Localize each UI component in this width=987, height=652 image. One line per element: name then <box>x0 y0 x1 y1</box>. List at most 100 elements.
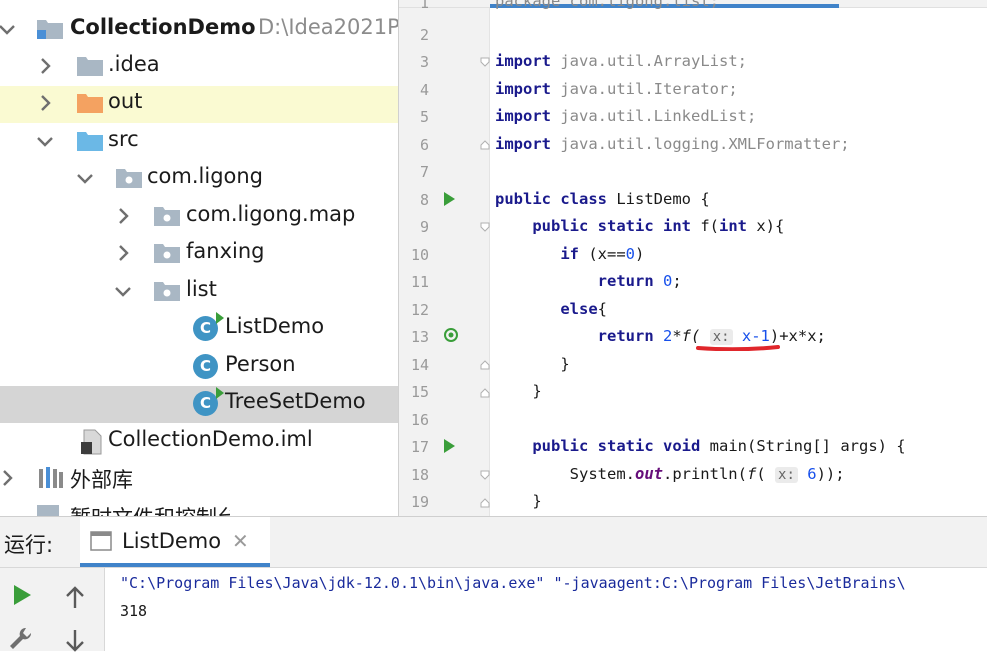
line-number: 6 <box>419 136 429 154</box>
tree-item-label: Person <box>225 352 296 376</box>
console-command-line: "C:\Program Files\Java\jdk-12.0.1\bin\ja… <box>120 574 906 592</box>
fold-icon[interactable] <box>480 388 490 398</box>
fold-icon[interactable] <box>480 498 490 508</box>
arrow-down-icon[interactable] <box>64 630 86 652</box>
tree-item-iml[interactable]: CollectionDemo.iml <box>0 424 398 461</box>
tree-item-listdemo[interactable]: C ListDemo <box>0 311 398 348</box>
run-main-icon[interactable] <box>444 439 455 453</box>
package-icon <box>154 282 180 301</box>
iml-file-icon <box>81 429 102 455</box>
tree-root-path: D:\Idea2021P <box>258 15 398 39</box>
code-line-13: return 2*f( x: x-1)+x*x; <box>597 327 826 345</box>
tree-item-out[interactable]: out <box>0 86 398 123</box>
line-number: 4 <box>419 81 429 99</box>
tree-item-com-ligong-map[interactable]: com.ligong.map <box>0 199 398 236</box>
code-line-14: } <box>560 355 570 373</box>
tree-item-fanxing[interactable]: fanxing <box>0 236 398 273</box>
chevron-down-icon[interactable] <box>0 18 18 40</box>
line-number: 2 <box>419 26 429 44</box>
runnable-marker-icon <box>216 387 224 399</box>
line-number: 5 <box>419 108 429 126</box>
close-icon[interactable]: ✕ <box>232 529 249 553</box>
line-number: 11 <box>410 273 429 291</box>
chevron-right-icon[interactable] <box>112 242 134 264</box>
fold-icon[interactable] <box>480 57 490 67</box>
line-number: 12 <box>410 301 429 319</box>
code-editor[interactable]: 1 2 3 4 5 6 7 8 9 10 11 12 13 14 15 16 1… <box>399 0 987 516</box>
line-number: 9 <box>419 218 429 236</box>
tree-item-label: com.ligong <box>147 164 264 188</box>
parameter-hint: x: <box>709 329 733 345</box>
line-number: 19 <box>410 493 429 511</box>
line-number: 3 <box>419 53 429 71</box>
tree-item-label: CollectionDemo.iml <box>108 427 313 451</box>
tree-item-idea[interactable]: .idea <box>0 49 398 86</box>
tree-item-src[interactable]: src <box>0 124 398 161</box>
line-number: 16 <box>410 411 429 429</box>
run-panel-label: 运行: <box>4 533 54 557</box>
code-line-6: import java.util.logging.XMLFormatter; <box>495 135 850 153</box>
tree-root-collectiondemo[interactable]: CollectionDemo D:\Idea2021P <box>0 12 398 49</box>
folder-icon <box>77 57 103 76</box>
parameter-hint: x: <box>775 467 798 483</box>
package-icon <box>154 244 180 263</box>
line-number: 15 <box>410 383 429 401</box>
code-line-9: public static int f(int x){ <box>532 217 785 235</box>
line-number: 14 <box>410 356 429 374</box>
fold-icon[interactable] <box>480 470 490 480</box>
tree-item-list[interactable]: list <box>0 274 398 311</box>
tree-item-label: 外部库 <box>70 468 133 492</box>
code-line-1: package com.ligong.list; <box>495 0 719 10</box>
chevron-right-icon[interactable] <box>112 205 134 227</box>
module-folder-icon <box>37 20 63 39</box>
package-icon <box>116 169 142 188</box>
tree-item-treesetdemo[interactable]: C TreeSetDemo <box>0 386 398 423</box>
fold-icon[interactable] <box>480 140 490 150</box>
chevron-right-icon[interactable] <box>0 467 18 489</box>
chevron-right-icon[interactable] <box>34 55 56 77</box>
chevron-right-icon[interactable] <box>34 92 56 114</box>
scratches-icon <box>37 505 59 516</box>
code-line-18: System.out.println(f( x: 6)); <box>569 465 845 483</box>
code-line-11: return 0; <box>597 272 682 290</box>
fold-icon[interactable] <box>480 360 490 370</box>
line-number: 10 <box>410 246 429 264</box>
runnable-marker-icon <box>216 312 224 324</box>
red-underline-annotation <box>696 345 780 351</box>
code-line-19: } <box>532 492 542 510</box>
tree-item-label: src <box>108 127 139 151</box>
chevron-down-icon[interactable] <box>74 167 96 189</box>
wrench-icon[interactable] <box>8 626 34 651</box>
fold-icon[interactable] <box>480 222 490 232</box>
tree-item-scratches-partial[interactable]: 暂时文件和控制台 <box>0 496 230 516</box>
code-line-10: if (x==0) <box>560 245 645 263</box>
line-number: 17 <box>410 438 429 456</box>
line-number: 1 <box>419 0 429 12</box>
line-number: 13 <box>410 328 429 346</box>
chevron-down-icon[interactable] <box>34 130 56 152</box>
chevron-down-icon[interactable] <box>112 280 134 302</box>
tree-item-external-libraries[interactable]: 外部库 <box>0 461 398 498</box>
tree-item-label: out <box>108 89 143 113</box>
run-toolbar: 运行: ListDemo ✕ <box>0 517 987 568</box>
tree-item-label: fanxing <box>186 239 265 263</box>
code-line-3: import java.util.ArrayList; <box>495 52 747 70</box>
class-icon: C <box>193 354 218 379</box>
line-number: 18 <box>410 466 429 484</box>
tree-item-label: ListDemo <box>225 314 325 338</box>
source-folder-icon <box>77 132 103 151</box>
run-tool-window: 运行: ListDemo ✕ "C:\Program Files\Java\jd… <box>0 516 987 652</box>
tree-item-com-ligong[interactable]: com.ligong <box>0 161 398 198</box>
line-number: 7 <box>419 163 429 181</box>
tree-item-person[interactable]: C Person <box>0 349 398 386</box>
run-class-icon[interactable] <box>444 192 455 206</box>
tree-item-label: list <box>186 277 217 301</box>
tree-item-label: com.ligong.map <box>186 202 356 226</box>
tree-item-label: .idea <box>108 52 160 76</box>
code-line-4: import java.util.Iterator; <box>495 80 738 98</box>
code-line-17: public static void main(String[] args) { <box>532 437 906 455</box>
console-output: 318 <box>120 602 148 620</box>
rerun-icon[interactable] <box>12 584 32 606</box>
code-line-5: import java.util.LinkedList; <box>495 107 757 125</box>
arrow-up-icon[interactable] <box>64 586 86 610</box>
